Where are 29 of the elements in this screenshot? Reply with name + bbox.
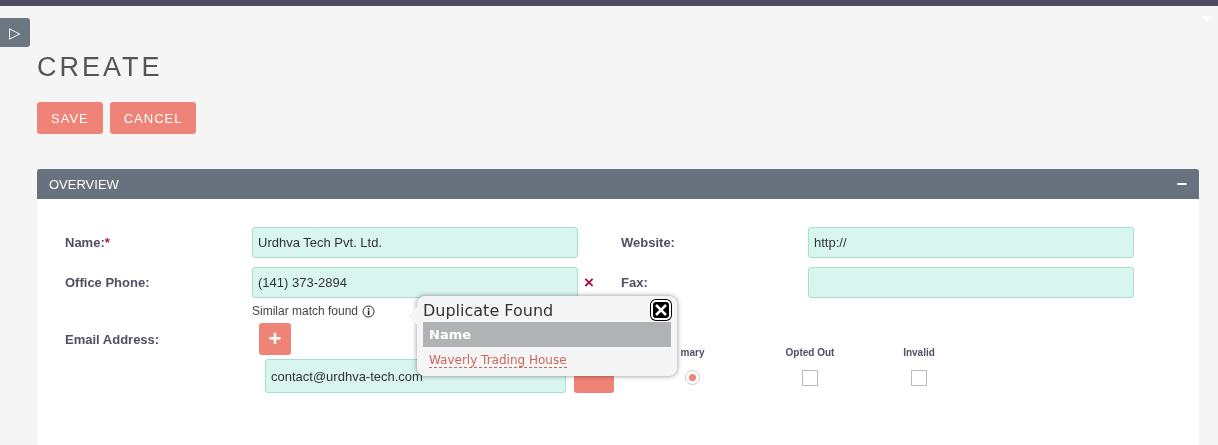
clear-button[interactable]: × (578, 272, 594, 293)
page-title: CREATE (37, 51, 164, 83)
option-label: Invalid (903, 346, 935, 358)
column-header: Name (423, 322, 671, 347)
field-label: Email Address: (65, 331, 161, 347)
panel-header[interactable]: OVERVIEW − (37, 169, 1199, 199)
option-checkbox[interactable] (911, 369, 927, 386)
text-field[interactable]: Urdhva Tech Pvt. Ltd. (252, 227, 578, 258)
duplicate-link[interactable]: Waverly Trading House (429, 353, 567, 368)
sidebar-toggle[interactable]: ▷ (0, 18, 30, 47)
option-label: mary (680, 346, 705, 358)
text-field[interactable]: http:// (808, 227, 1134, 258)
text-field[interactable] (808, 267, 1134, 298)
add-email-button[interactable]: + (259, 323, 291, 355)
info-icon (362, 304, 376, 318)
option-label: Opted Out (785, 346, 835, 358)
field-label: Name:* (65, 235, 111, 250)
cancel-button[interactable]: CANCEL (109, 102, 197, 134)
panel-title: OVERVIEW (49, 176, 119, 192)
save-button[interactable]: SAVE (37, 102, 103, 134)
option-checkbox[interactable] (802, 369, 818, 386)
field-label: Website: (621, 235, 676, 250)
collapse-button[interactable]: − (1176, 173, 1187, 195)
primary-radio[interactable] (685, 369, 700, 385)
field-label: Fax: (621, 275, 649, 290)
match-hint: Similar match found (252, 304, 376, 318)
text-field[interactable]: (141) 373-2894 (252, 267, 578, 298)
field-label: Office Phone: (65, 275, 151, 290)
popup-title: Duplicate Found (423, 300, 554, 320)
